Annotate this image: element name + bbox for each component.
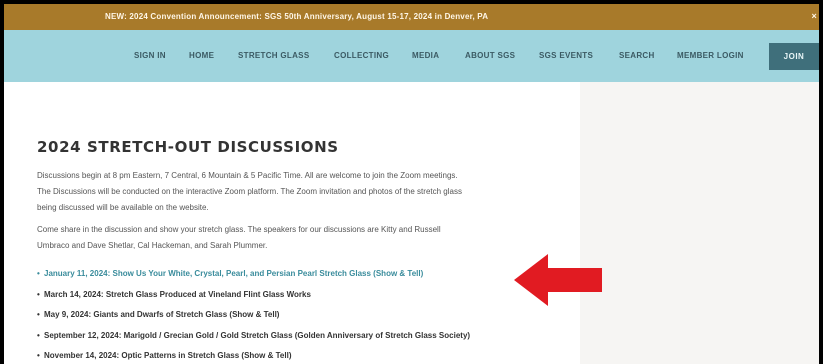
- close-icon[interactable]: ×: [812, 11, 817, 21]
- nav-home[interactable]: HOME: [189, 51, 214, 60]
- intro-line: The Discussions will be conducted on the…: [37, 187, 462, 196]
- page-title: 2024 STRETCH-OUT DISCUSSIONS: [37, 138, 339, 156]
- speakers-line: Umbraco and Dave Shetlar, Cal Hackeman, …: [37, 241, 268, 250]
- speakers-line: Come share in the discussion and show yo…: [37, 225, 441, 234]
- nav-sign-in[interactable]: SIGN IN: [134, 51, 166, 60]
- web-page: NEW: 2024 Convention Announcement: SGS 5…: [4, 4, 819, 364]
- main-navigation: SIGN IN HOME STRETCH GLASS COLLECTING ME…: [4, 30, 819, 82]
- speakers-paragraph: Come share in the discussion and show yo…: [37, 222, 567, 254]
- bullet: •: [37, 310, 40, 319]
- announcement-text[interactable]: NEW: 2024 Convention Announcement: SGS 5…: [105, 12, 488, 21]
- nav-member-login[interactable]: MEMBER LOGIN: [677, 51, 744, 60]
- list-item[interactable]: • January 11, 2024: Show Us Your White, …: [37, 269, 577, 290]
- intro-paragraph: Discussions begin at 8 pm Eastern, 7 Cen…: [37, 168, 567, 216]
- nav-sgs-events[interactable]: SGS EVENTS: [539, 51, 593, 60]
- nav-about-sgs[interactable]: ABOUT SGS: [465, 51, 515, 60]
- list-item: • March 14, 2024: Stretch Glass Produced…: [37, 290, 577, 311]
- event-text-march: March 14, 2024: Stretch Glass Produced a…: [44, 289, 311, 299]
- discussion-list: • January 11, 2024: Show Us Your White, …: [37, 269, 577, 364]
- red-arrow-icon: [514, 254, 602, 306]
- intro-line: Discussions begin at 8 pm Eastern, 7 Cen…: [37, 171, 458, 180]
- bullet: •: [37, 351, 40, 360]
- bullet: •: [37, 330, 40, 340]
- join-button[interactable]: JOIN: [769, 43, 819, 70]
- event-text-september: September 12, 2024: Marigold / Grecian G…: [44, 330, 471, 340]
- event-text-november: November 14, 2024: Optic Patterns in Str…: [44, 351, 292, 360]
- list-item: • May 9, 2024: Giants and Dwarfs of Stre…: [37, 310, 577, 331]
- event-text-may: May 9, 2024: Giants and Dwarfs of Stretc…: [44, 310, 280, 319]
- list-item: • September 12, 2024: Marigold / Grecian…: [37, 331, 577, 352]
- intro-line: being discussed will be available on the…: [37, 203, 209, 212]
- announcement-bar[interactable]: NEW: 2024 Convention Announcement: SGS 5…: [4, 4, 819, 30]
- nav-stretch-glass[interactable]: STRETCH GLASS: [238, 51, 309, 60]
- bullet: •: [37, 289, 40, 299]
- nav-media[interactable]: MEDIA: [412, 51, 439, 60]
- screenshot-frame: NEW: 2024 Convention Announcement: SGS 5…: [0, 0, 823, 364]
- red-arrow-shape: [514, 254, 602, 306]
- right-sidebar-area: [580, 82, 819, 364]
- list-item: • November 14, 2024: Optic Patterns in S…: [37, 351, 577, 364]
- nav-collecting[interactable]: COLLECTING: [334, 51, 389, 60]
- nav-search[interactable]: SEARCH: [619, 51, 655, 60]
- event-link-january[interactable]: January 11, 2024: Show Us Your White, Cr…: [44, 269, 423, 278]
- bullet: •: [37, 269, 40, 278]
